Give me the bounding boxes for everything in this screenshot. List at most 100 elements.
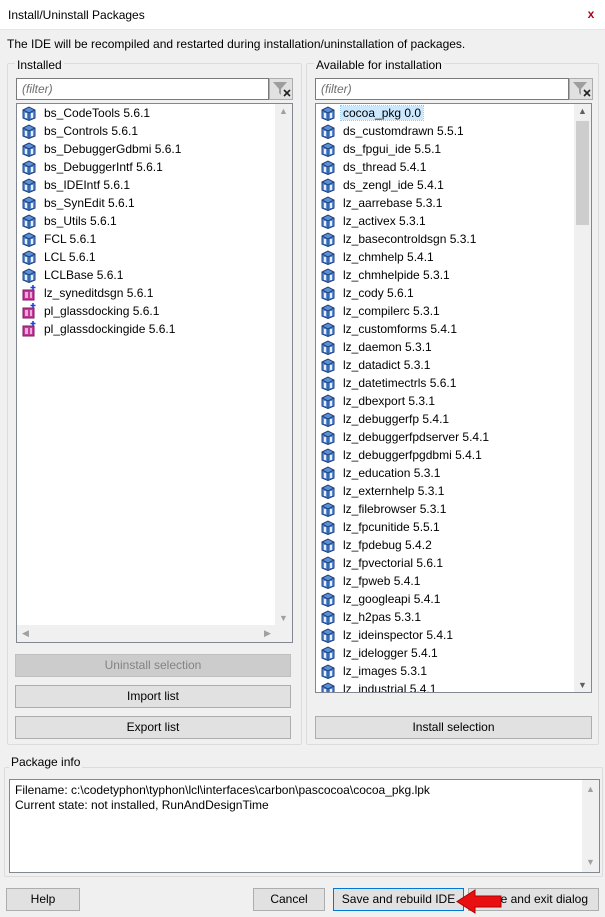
list-item[interactable]: LCLBase 5.6.1	[21, 266, 125, 284]
available-filter-clear-button[interactable]	[569, 78, 593, 100]
scroll-down-icon[interactable]: ▼	[582, 855, 599, 870]
list-item-label: lz_debuggerfp 5.4.1	[343, 412, 450, 426]
list-item[interactable]: lz_customforms 5.4.1	[320, 320, 459, 338]
scroll-down-icon[interactable]: ▼	[275, 613, 292, 623]
installed-list[interactable]: bs_CodeTools 5.6.1 bs_Controls 5.6.1 bs_De…	[16, 103, 293, 643]
list-item-label: lz_activex 5.3.1	[343, 214, 426, 228]
help-button[interactable]: Help	[6, 888, 80, 911]
list-item-label: lz_aarrebase 5.3.1	[343, 196, 443, 210]
package-info-text[interactable]: Filename: c:\codetyphon\typhon\lcl\inter…	[9, 779, 600, 873]
list-item[interactable]: lz_aarrebase 5.3.1	[320, 194, 444, 212]
scroll-up-icon[interactable]: ▲	[574, 106, 591, 116]
list-item[interactable]: bs_Utils 5.6.1	[21, 212, 119, 230]
list-item-label: lz_h2pas 5.3.1	[343, 610, 422, 624]
list-item[interactable]: lz_datetimectrls 5.6.1	[320, 374, 458, 392]
info-vertical-scrollbar[interactable]: ▲ ▼	[582, 780, 599, 872]
list-item[interactable]: lz_chmhelpide 5.3.1	[320, 266, 452, 284]
list-item[interactable]: pl_glassdocking 5.6.1	[21, 302, 161, 320]
list-item-label: ds_zengl_ide 5.4.1	[343, 178, 444, 192]
list-item[interactable]: lz_education 5.3.1	[320, 464, 442, 482]
runtime-package-icon	[22, 268, 36, 283]
list-item-label: lz_daemon 5.3.1	[343, 340, 432, 354]
cancel-button[interactable]: Cancel	[253, 888, 325, 911]
save-and-rebuild-button[interactable]: Save and rebuild IDE	[333, 888, 464, 911]
list-item-label: LCLBase 5.6.1	[44, 268, 124, 282]
list-item[interactable]: lz_debuggerfp 5.4.1	[320, 410, 451, 428]
runtime-package-icon	[22, 142, 36, 157]
scroll-left-icon[interactable]: ◀	[17, 628, 34, 639]
runtime-package-icon	[321, 304, 335, 319]
list-item[interactable]: lz_fpcunitide 5.5.1	[320, 518, 442, 536]
runtime-package-icon	[22, 232, 36, 247]
list-item[interactable]: lz_daemon 5.3.1	[320, 338, 434, 356]
runtime-package-icon	[321, 556, 335, 571]
list-item[interactable]: bs_DebuggerIntf 5.6.1	[21, 158, 165, 176]
list-item[interactable]: bs_DebuggerGdbmi 5.6.1	[21, 140, 183, 158]
list-item-label: ds_fpgui_ide 5.5.1	[343, 142, 442, 156]
list-item[interactable]: LCL 5.6.1	[21, 248, 98, 266]
list-item[interactable]: FCL 5.6.1	[21, 230, 98, 248]
list-item[interactable]: lz_debuggerfpdserver 5.4.1	[320, 428, 491, 446]
list-item-label: lz_compilerc 5.3.1	[343, 304, 440, 318]
list-item[interactable]: lz_googleapi 5.4.1	[320, 590, 442, 608]
runtime-package-icon	[321, 196, 335, 211]
installed-horizontal-scrollbar[interactable]: ◀ ▶	[17, 625, 292, 642]
list-item[interactable]: bs_Controls 5.6.1	[21, 122, 140, 140]
list-item-label: LCL 5.6.1	[44, 250, 96, 264]
list-item-label: lz_datetimectrls 5.6.1	[343, 376, 457, 390]
title-bar: Install/Uninstall Packages x	[0, 0, 605, 30]
list-item[interactable]: lz_images 5.3.1	[320, 662, 429, 680]
import-list-button[interactable]: Import list	[15, 685, 291, 708]
runtime-package-icon	[321, 178, 335, 193]
list-item[interactable]: lz_basecontroldsgn 5.3.1	[320, 230, 478, 248]
list-item[interactable]: lz_syneditdsgn 5.6.1	[21, 284, 155, 302]
scroll-thumb[interactable]	[576, 121, 589, 225]
available-vertical-scrollbar[interactable]: ▲ ▼	[574, 104, 591, 692]
installed-vertical-scrollbar[interactable]: ▲ ▼	[275, 104, 292, 625]
scroll-right-icon[interactable]: ▶	[259, 628, 276, 639]
available-list[interactable]: cocoa_pkg 0.0 ds_customdrawn 5.5.1 ds_fpgu…	[315, 103, 592, 693]
runtime-package-icon	[321, 646, 335, 661]
runtime-package-icon	[321, 124, 335, 139]
install-selection-button[interactable]: Install selection	[315, 716, 592, 739]
list-item[interactable]: pl_glassdockingide 5.6.1	[21, 320, 177, 338]
window-title: Install/Uninstall Packages	[8, 8, 145, 22]
list-item[interactable]: ds_thread 5.4.1	[320, 158, 428, 176]
list-item[interactable]: lz_cody 5.6.1	[320, 284, 416, 302]
list-item[interactable]: ds_customdrawn 5.5.1	[320, 122, 466, 140]
uninstall-selection-button[interactable]: Uninstall selection	[15, 654, 291, 677]
list-item[interactable]: bs_CodeTools 5.6.1	[21, 104, 152, 122]
export-list-button[interactable]: Export list	[15, 716, 291, 739]
scroll-up-icon[interactable]: ▲	[582, 782, 599, 797]
list-item[interactable]: bs_SynEdit 5.6.1	[21, 194, 137, 212]
list-item[interactable]: lz_fpweb 5.4.1	[320, 572, 422, 590]
scroll-up-icon[interactable]: ▲	[275, 106, 292, 116]
list-item-label: bs_SynEdit 5.6.1	[44, 196, 135, 210]
runtime-package-icon	[321, 376, 335, 391]
list-item-label: lz_idelogger 5.4.1	[343, 646, 438, 660]
list-item[interactable]: lz_dbexport 5.3.1	[320, 392, 437, 410]
list-item[interactable]: lz_idelogger 5.4.1	[320, 644, 440, 662]
list-item[interactable]: lz_fpvectorial 5.6.1	[320, 554, 445, 572]
list-item[interactable]: lz_ideinspector 5.4.1	[320, 626, 455, 644]
list-item[interactable]: lz_industrial 5.4.1	[320, 680, 438, 692]
list-item[interactable]: ds_fpgui_ide 5.5.1	[320, 140, 443, 158]
list-item[interactable]: lz_activex 5.3.1	[320, 212, 428, 230]
installed-filter-input[interactable]: (filter)	[16, 78, 269, 100]
list-item[interactable]: lz_datadict 5.3.1	[320, 356, 432, 374]
installed-filter-clear-button[interactable]	[269, 78, 293, 100]
list-item[interactable]: lz_fpdebug 5.4.2	[320, 536, 434, 554]
list-item[interactable]: bs_IDEIntf 5.6.1	[21, 176, 132, 194]
list-item[interactable]: lz_debuggerfpgdbmi 5.4.1	[320, 446, 484, 464]
list-item[interactable]: lz_filebrowser 5.3.1	[320, 500, 448, 518]
list-item[interactable]: lz_compilerc 5.3.1	[320, 302, 442, 320]
available-filter-input[interactable]: (filter)	[315, 78, 569, 100]
close-icon[interactable]: x	[583, 6, 599, 22]
state-line: Current state: not installed, RunAndDesi…	[15, 798, 269, 812]
list-item[interactable]: cocoa_pkg 0.0	[320, 104, 425, 122]
list-item[interactable]: lz_h2pas 5.3.1	[320, 608, 423, 626]
list-item[interactable]: lz_externhelp 5.3.1	[320, 482, 446, 500]
list-item[interactable]: ds_zengl_ide 5.4.1	[320, 176, 446, 194]
scroll-down-icon[interactable]: ▼	[574, 680, 591, 690]
list-item[interactable]: lz_chmhelp 5.4.1	[320, 248, 436, 266]
